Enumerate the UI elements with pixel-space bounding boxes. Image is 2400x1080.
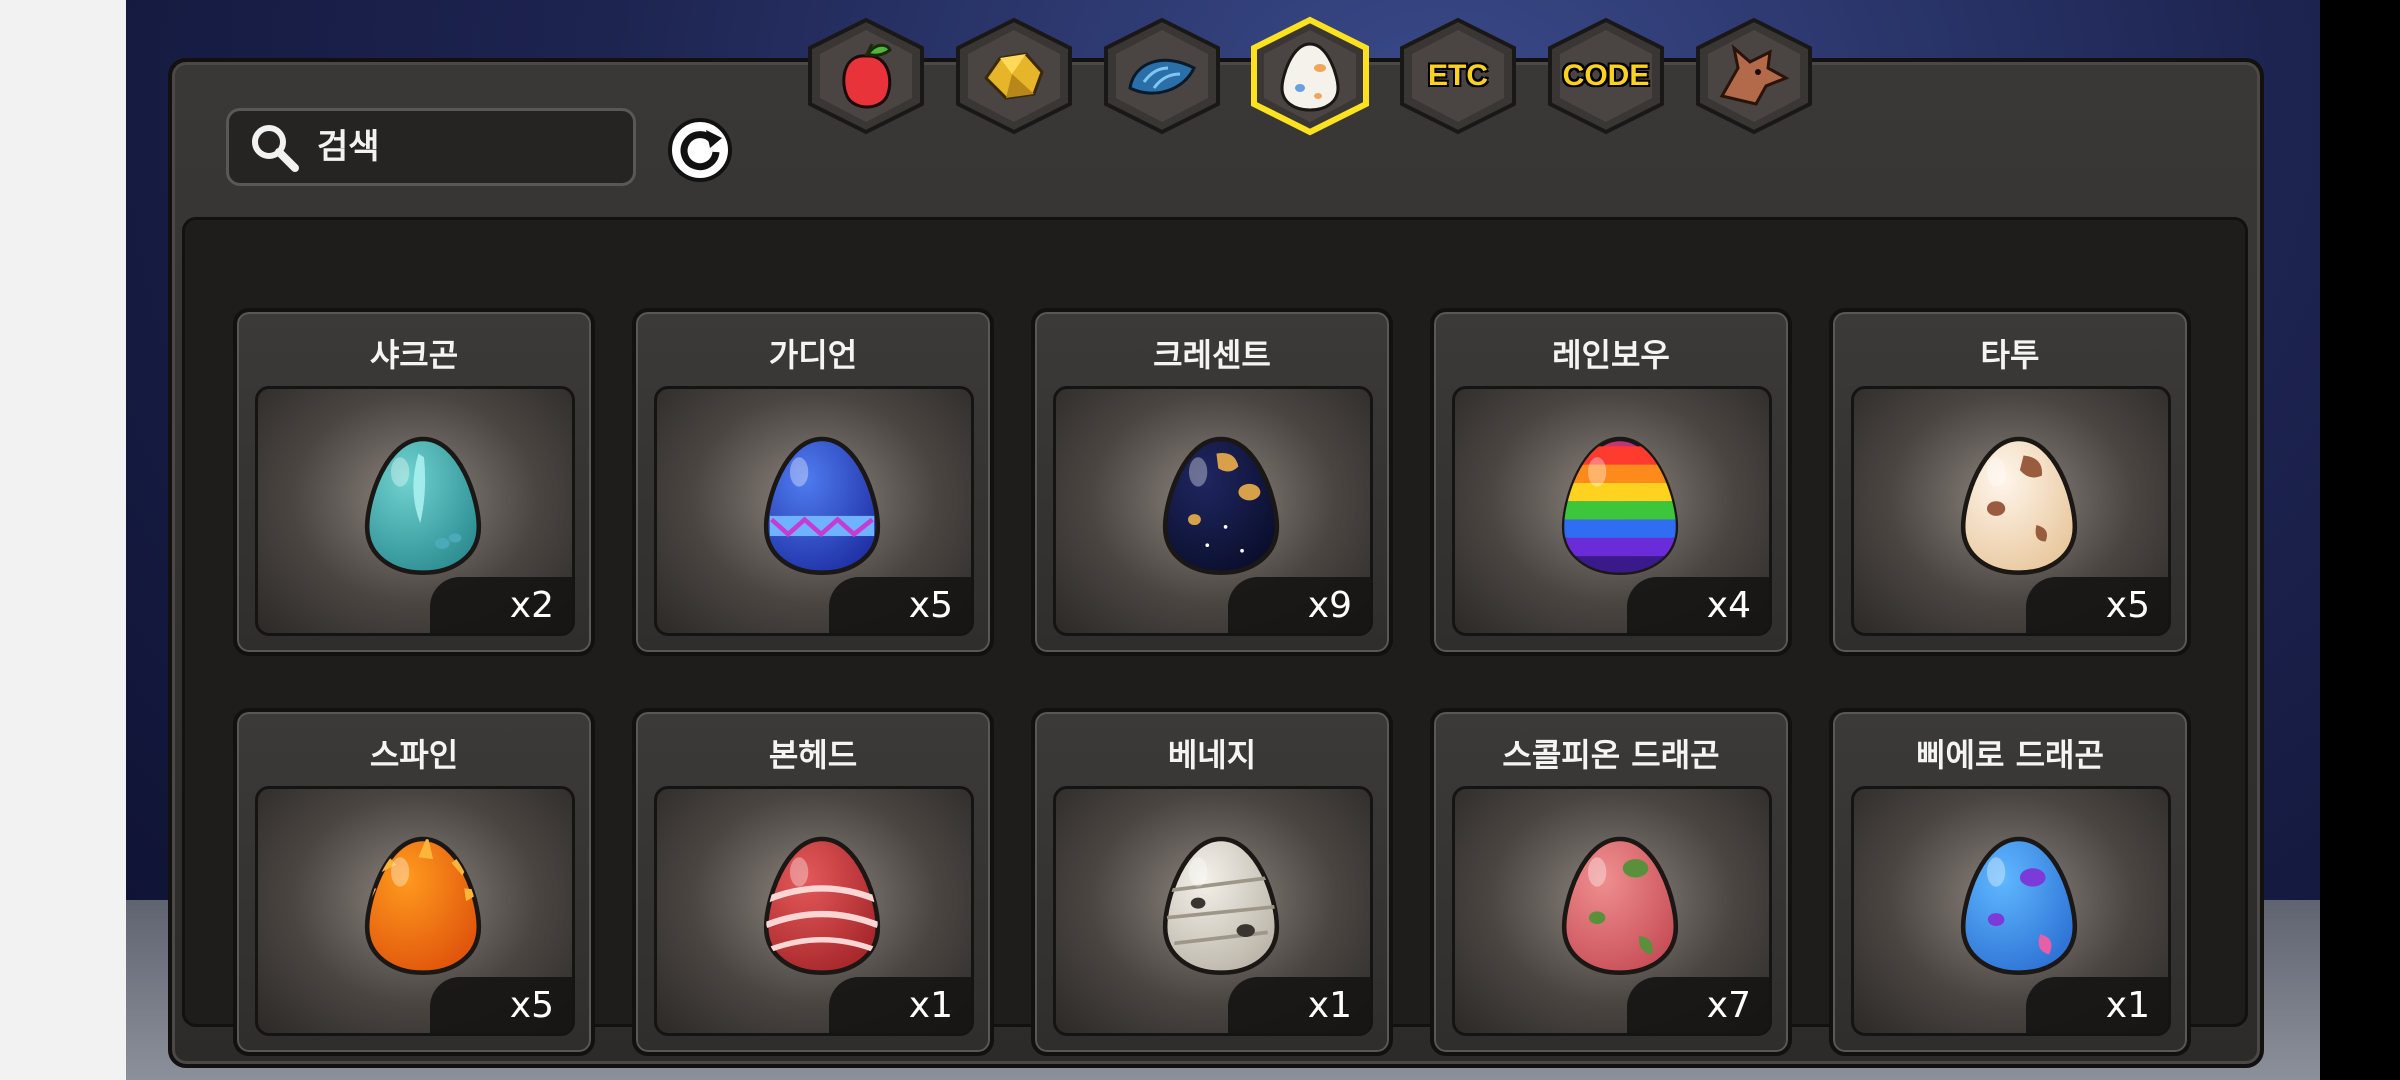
egg-quantity: x9 [1228,577,1370,633]
egg-grid: 샤크곤 x2 가디언 x5 크레센트 x9 레인보우 x4 타투 x5 스파인 x5 본헤드 x1 베네지 x… [182,217,2248,1056]
egg-icon [364,836,482,975]
refresh-icon[interactable] [666,116,734,184]
egg-name: 본헤드 [768,736,858,774]
gold-ore-icon [984,52,1044,100]
right-screen-margin [2320,0,2400,1080]
egg-quantity: x4 [1627,577,1769,633]
egg-icon [763,836,881,975]
tab-egg[interactable] [1246,16,1374,136]
egg-quantity: x7 [1627,977,1769,1033]
tab-label: ETC [1428,59,1488,92]
egg-card[interactable]: 샤크곤 x2 [233,308,595,656]
egg-icon [1280,42,1340,112]
egg-quantity: x1 [829,977,971,1033]
egg-card[interactable]: 크레센트 x9 [1031,308,1393,656]
egg-icon [1162,436,1280,575]
egg-card[interactable]: 본헤드 x1 [632,708,994,1056]
egg-name: 스콜피온 드래곤 [1502,736,1720,774]
dragon-head-icon [1719,43,1790,106]
egg-card[interactable]: 스파인 x5 [233,708,595,1056]
egg-frame: x1 [654,786,974,1036]
egg-icon [1960,436,2078,575]
search-icon [252,125,299,172]
egg-quantity: x5 [829,577,971,633]
egg-frame: x5 [654,386,974,636]
blue-scale-icon [1128,58,1196,95]
egg-frame: x5 [1851,386,2171,636]
egg-card[interactable]: 레인보우 x4 [1430,308,1792,656]
egg-icon [1960,836,2078,975]
egg-frame: x1 [1851,786,2171,1036]
egg-frame: x2 [255,386,575,636]
egg-card[interactable]: 타투 x5 [1829,308,2191,656]
egg-icon [1162,836,1280,975]
egg-icon [364,436,482,575]
egg-card[interactable]: 가디언 x5 [632,308,994,656]
egg-name: 스파인 [369,736,459,774]
fruit-icon [842,43,892,109]
egg-icon [1561,836,1679,975]
game-screen: 샤크곤 x2 가디언 x5 크레센트 x9 레인보우 x4 타투 x5 스파인 x5 본헤드 x1 베네지 x… [126,0,2320,1080]
egg-frame: x5 [255,786,575,1036]
search-input[interactable] [317,127,617,167]
tab-etc[interactable]: ETC [1394,16,1522,136]
egg-name: 삐에로 드래곤 [1916,736,2104,774]
egg-quantity: x1 [1228,977,1370,1033]
left-screen-margin [0,0,126,1080]
tab-dragon[interactable] [1690,16,1818,136]
egg-icon [763,436,881,575]
inventory-panel: 샤크곤 x2 가디언 x5 크레센트 x9 레인보우 x4 타투 x5 스파인 x5 본헤드 x1 베네지 x… [168,58,2264,1068]
egg-frame: x9 [1053,386,1373,636]
egg-frame: x7 [1452,786,1772,1036]
egg-card[interactable]: 베네지 x1 [1031,708,1393,1056]
egg-name: 타투 [1980,336,2040,374]
egg-frame: x1 [1053,786,1373,1036]
egg-card[interactable]: 삐에로 드래곤 x1 [1829,708,2191,1056]
tab-scale[interactable] [1098,16,1226,136]
egg-name: 레인보우 [1552,336,1670,374]
egg-quantity: x5 [2026,577,2168,633]
tab-label: CODE [1562,59,1650,92]
egg-name: 샤크곤 [369,336,459,374]
egg-quantity: x2 [430,577,572,633]
egg-quantity: x5 [430,977,572,1033]
egg-quantity: x1 [2026,977,2168,1033]
tab-ore[interactable] [950,16,1078,136]
egg-name: 가디언 [768,336,858,374]
tab-code[interactable]: CODE [1542,16,1670,136]
egg-name: 베네지 [1167,736,1257,774]
search-box[interactable] [226,108,636,186]
egg-icon [1561,436,1679,575]
egg-card[interactable]: 스콜피온 드래곤 x7 [1430,708,1792,1056]
egg-name: 크레센트 [1153,336,1271,374]
egg-frame: x4 [1452,386,1772,636]
tab-fruit[interactable] [802,16,930,136]
